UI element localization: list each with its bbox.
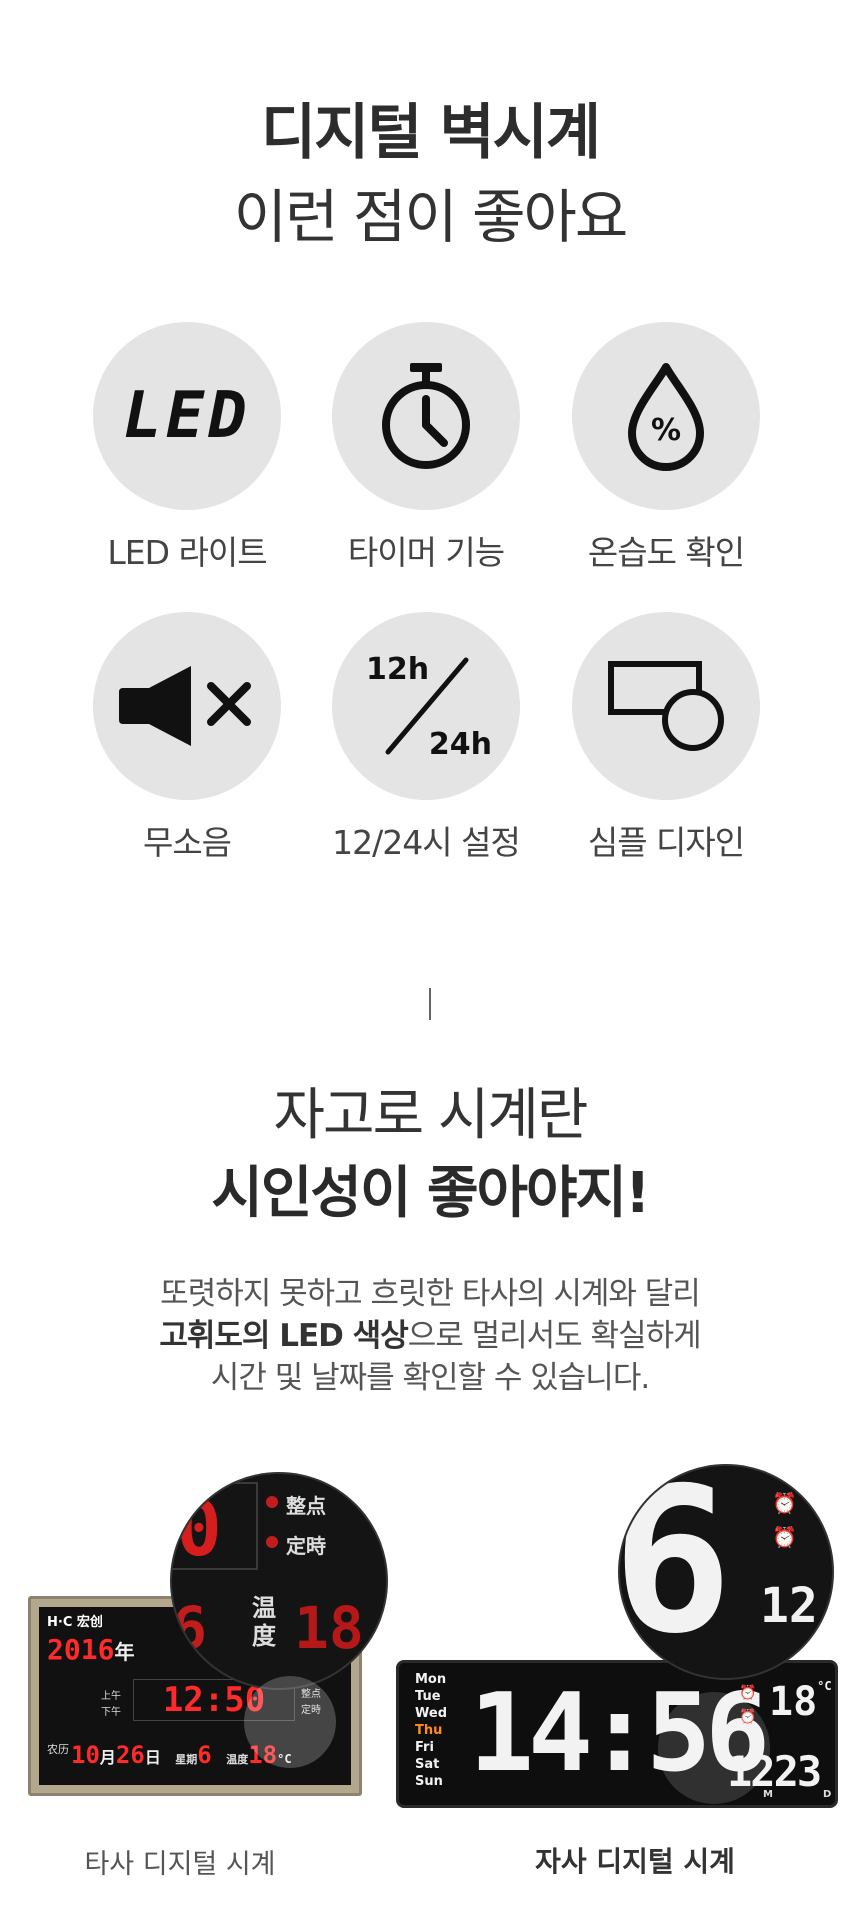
section-divider — [429, 988, 431, 1020]
stopwatch-icon — [382, 363, 470, 469]
feature-circle — [572, 612, 760, 800]
feature-circle: LED — [93, 322, 281, 510]
feature-silent: 무소음 — [67, 612, 307, 864]
competitor-caption: 타사 디지털 시계 — [84, 1849, 276, 1880]
zoom-alarm-icons: ⏰ ⏰ — [772, 1491, 797, 1549]
feature-timer: 타이머 기능 — [306, 322, 546, 574]
simple-shapes-icon — [608, 661, 724, 751]
active-weekday: Thu — [415, 1723, 443, 1738]
competitor-ampm: 上午 下午 — [101, 1691, 121, 1718]
page-title: 디지털 벽시계 — [260, 98, 601, 168]
description-highlight: 고휘도의 LED 색상 — [159, 1318, 408, 1354]
feature-label: 12/24시 설정 — [332, 823, 521, 862]
feature-label: 온습도 확인 — [587, 533, 745, 572]
hour-format-icon: 12h 24h — [366, 652, 492, 762]
page-subtitle: 이런 점이 좋아요 — [233, 183, 628, 251]
feature-humidity: % 온습도 확인 — [546, 322, 786, 574]
feature-label: 심플 디자인 — [587, 823, 745, 862]
feature-label: 타이머 기능 — [347, 533, 505, 572]
our-zoom-lens: 6 ⏰ ⏰ 12 — [620, 1466, 832, 1678]
description-line3: 시간 및 날짜를 확인할 수 있습니다. — [210, 1360, 650, 1396]
day-mark: D — [823, 1789, 832, 1800]
section-heading-line2: 시인성이 좋아야지! — [211, 1161, 650, 1226]
competitor-zoom-lens: 0 整点 定時 6 温度 18 — [172, 1474, 386, 1688]
humidity-drop-icon: % — [626, 361, 706, 471]
feature-circle — [332, 322, 520, 510]
feature-label: LED 라이트 — [107, 533, 267, 572]
feature-simple-design: 심플 디자인 — [546, 612, 786, 864]
section-heading-line1: 자고로 시계란 — [273, 1083, 589, 1148]
description-line2-rest: 으로 멀리서도 확실하게 — [407, 1318, 702, 1354]
zoom-alarm2-text: 定時 — [286, 1534, 326, 1558]
feature-circle: 12h 24h — [332, 612, 520, 800]
zoom-temp-digit: 18 — [294, 1594, 364, 1662]
month-mark: M — [763, 1789, 773, 1800]
feature-hour-format: 12h 24h 12/24시 설정 — [306, 612, 546, 864]
zoom-small-digits: 12 — [760, 1578, 818, 1634]
competitor-glare — [244, 1676, 336, 1768]
feature-circle — [93, 612, 281, 800]
zoom-alarm1-text: 整点 — [286, 1494, 326, 1518]
feature-led-light: LED LED 라이트 — [67, 322, 307, 574]
our-glare — [658, 1692, 770, 1804]
competitor-brand: H·C 宏创 — [47, 1615, 103, 1630]
our-clock-weekdays: Mon Tue Wed Thu Fri Sat Sun — [415, 1672, 447, 1789]
our-caption: 자사 디지털 시계 — [535, 1845, 735, 1878]
zoom-big-digit: 6 — [620, 1466, 733, 1678]
our-clock-temp: 18°C — [769, 1679, 832, 1725]
zoom-red-digit: 0 — [176, 1484, 222, 1573]
feature-label: 무소음 — [142, 823, 232, 862]
speaker-mute-icon — [119, 666, 251, 746]
description-line2: 고휘도의 LED 색상으로 멀리서도 확실하게 — [0, 1310, 860, 1355]
led-icon: LED — [123, 379, 251, 453]
zoom-temp-label: 温度 — [252, 1594, 276, 1650]
hour-12-text: 12h — [366, 652, 430, 687]
hour-24-text: 24h — [428, 727, 492, 762]
competitor-lunar-label: 农历 — [47, 1743, 69, 1756]
zoom-week-digit: 6 — [172, 1594, 207, 1662]
our-clock: Mon Tue Wed Thu Fri Sat Sun 14:56 18°C 1… — [396, 1660, 838, 1808]
competitor-year: 2016年 — [47, 1633, 135, 1666]
feature-circle: % — [572, 322, 760, 510]
description-line1: 또렷하지 못하고 흐릿한 타사의 시계와 달리 — [160, 1276, 701, 1312]
percent-glyph: % — [650, 413, 682, 448]
